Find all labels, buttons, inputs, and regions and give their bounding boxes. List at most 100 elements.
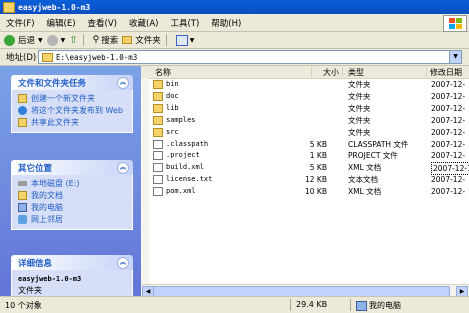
column-name[interactable]: 名称 [155,67,171,78]
file-row[interactable]: samples 文件夹 2007-12- [141,115,469,126]
collapse-icon[interactable]: ︽ [117,257,129,269]
new-folder-icon [18,94,27,103]
file-list: 名称 大小 类型 修改日期 bin 文件夹 2007-12- doc 文件夹 2007-1… [141,66,469,296]
file-icon [153,187,163,197]
file-type: PROJECT 文件 [348,151,398,161]
file-type: 文件夹 [348,103,371,113]
details-name: easyjweb-1.0-m3 [18,275,82,283]
address-dropdown-button[interactable]: ▼ [449,51,461,63]
menu-view[interactable]: 查看(V) [82,17,123,29]
column-date[interactable]: 修改日期 [430,67,462,78]
file-name: license.txt [166,175,213,184]
menu-edit[interactable]: 编辑(E) [41,17,82,29]
back-button[interactable]: 后退 ▼ [4,34,43,46]
file-date: 2007-12- [431,103,466,113]
folder-icon [122,36,133,44]
menu-favorites[interactable]: 收藏(A) [123,17,164,29]
file-tasks-group: 文件和文件夹任务 ︽ 创建一个新文件夹 将这个文件夹发布到 Web 共享此文件夹 [11,75,133,133]
explorer-window: easyjweb-1.0-m3 文件(F) 编辑(E) 查看(V) 收藏(A) … [0,0,469,313]
file-name: src [166,127,179,136]
forward-button[interactable]: ▼ [46,34,66,46]
file-name: lib [166,103,179,112]
file-type: 文件夹 [348,80,371,89]
up-folder-icon: ⇧ [69,34,78,46]
file-row[interactable]: pom.xml 10 KB XML 文档 2007-12- [141,186,469,197]
column-divider[interactable] [342,67,343,77]
title-bar[interactable]: easyjweb-1.0-m3 [0,0,469,14]
file-row[interactable]: lib 文件夹 2007-12- [141,103,469,114]
menu-help[interactable]: 帮助(H) [205,17,247,29]
other-places-group: 其它位置 ︽ 本地磁盘 (E:) 我的文档 我的电脑 网上邻居 [11,160,133,230]
address-bar: 地址(D) E:\easyjweb-1.0-m3 ▼ [0,49,469,66]
file-row[interactable]: license.txt 12 KB 文本文档 2007-12- [141,174,469,185]
search-button[interactable]: ⚲ 搜索 [93,34,119,46]
task-label: 共享此文件夹 [31,118,79,127]
file-row[interactable]: src 文件夹 2007-12- [141,127,469,138]
collapse-icon[interactable]: ︽ [117,162,129,174]
column-divider[interactable] [426,67,427,77]
search-label: 搜索 [101,36,119,46]
details-group: 详细信息 ︽ easyjweb-1.0-m3 文件夹 [11,255,133,296]
file-row[interactable]: build.xml 5 KB XML 文档 2007-12-1 [141,162,469,176]
views-button[interactable]: ▼ [175,34,195,46]
window-title: easyjweb-1.0-m3 [18,2,91,12]
menu-tools[interactable]: 工具(T) [164,17,205,29]
file-row[interactable]: .project 1 KB PROJECT 文件 2007-12- [141,150,469,161]
menu-bar: 文件(F) 编辑(E) 查看(V) 收藏(A) 工具(T) 帮助(H) [0,14,469,32]
folder-icon [153,103,163,113]
up-button[interactable]: ⇧ [69,35,77,46]
status-divider [350,299,351,311]
status-count: 10 个对象 [5,301,42,310]
folder-icon [42,52,53,62]
views-icon [175,34,188,46]
menu-file[interactable]: 文件(F) [0,17,41,29]
computer-icon [18,203,27,212]
file-name: samples [166,115,196,124]
chevron-down-icon: ▼ [38,36,43,44]
address-input[interactable]: E:\easyjweb-1.0-m3 ▼ [38,50,462,64]
list-header: 名称 大小 类型 修改日期 [141,66,469,79]
network-icon [18,215,27,224]
toolbar-divider [165,34,167,46]
other-places-body: 本地磁盘 (E:) 我的文档 我的电脑 网上邻居 [11,175,133,230]
column-type[interactable]: 类型 [348,67,364,78]
computer-icon [356,301,367,311]
details-header[interactable]: 详细信息 ︽ [11,255,133,270]
folders-label: 文件夹 [135,36,161,46]
task-new-folder[interactable]: 创建一个新文件夹 [12,93,132,105]
details-title: 详细信息 [18,258,53,269]
file-icon [153,139,163,149]
task-label: 创建一个新文件夹 [31,94,95,103]
file-date: 2007-12- [431,115,466,125]
file-row[interactable]: bin 文件夹 2007-12- [141,79,469,90]
task-share-folder[interactable]: 共享此文件夹 [12,117,132,129]
file-row[interactable]: doc 文件夹 2007-12- [141,91,469,102]
back-arrow-icon [4,34,15,46]
task-publish-web[interactable]: 将这个文件夹发布到 Web [12,105,132,117]
collapse-icon[interactable]: ︽ [117,77,129,89]
file-type: 文本文档 [348,175,378,185]
file-icon [153,175,163,185]
file-name: .classpath [166,139,209,148]
file-name: pom.xml [166,187,196,196]
place-my-computer[interactable]: 我的电脑 [12,202,132,214]
file-row[interactable]: .classpath 5 KB CLASSPATH 文件 2007-12- [141,139,469,150]
chevron-down-icon: ▼ [189,36,195,44]
globe-icon [18,106,27,115]
file-type: 文件夹 [348,115,371,125]
folder-icon [153,80,163,89]
place-label: 网上邻居 [31,215,63,224]
chevron-down-icon: ▼ [60,36,66,44]
address-value: E:\easyjweb-1.0-m3 [56,52,138,62]
place-local-disk[interactable]: 本地磁盘 (E:) [12,178,132,190]
file-tasks-header[interactable]: 文件和文件夹任务 ︽ [11,75,133,90]
details-type: 文件夹 [18,286,42,295]
other-places-header[interactable]: 其它位置 ︽ [11,160,133,175]
folder-icon [153,115,163,125]
folders-button[interactable]: 文件夹 [122,34,161,46]
place-network[interactable]: 网上邻居 [12,214,132,226]
column-size[interactable]: 大小 [323,67,339,78]
place-my-documents[interactable]: 我的文档 [12,190,132,202]
column-divider[interactable] [311,67,312,77]
toolbar-divider [82,34,84,46]
